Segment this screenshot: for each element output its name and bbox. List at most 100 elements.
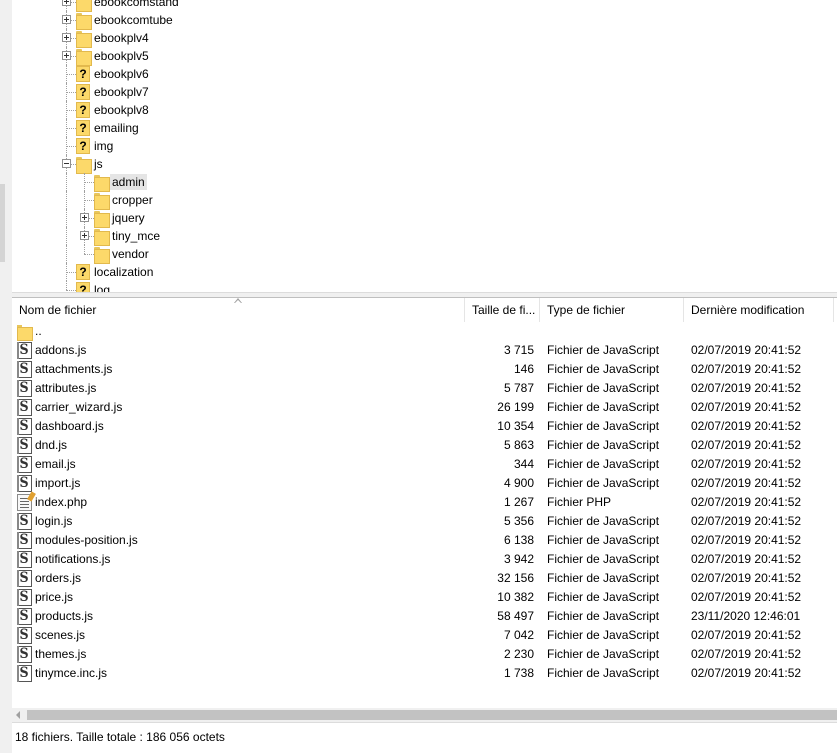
list-header: Nom de fichier Taille de fi... Type de f… bbox=[12, 298, 837, 322]
javascript-file-icon bbox=[17, 399, 32, 416]
javascript-file-icon bbox=[17, 513, 32, 530]
unknown-folder-icon: ? bbox=[76, 264, 90, 280]
tree-item-ebookplv5[interactable]: ebookplv5 bbox=[12, 47, 837, 66]
tree-item-jquery[interactable]: jquery bbox=[12, 209, 837, 228]
remote-file-list: Nom de fichier Taille de fi... Type de f… bbox=[12, 298, 837, 708]
table-row[interactable]: import.js 4 900 Fichier de JavaScript 02/07… bbox=[12, 474, 837, 493]
tree-item-ebookplv7[interactable]: ? ebookplv7 bbox=[12, 83, 837, 101]
file-type-cell: Fichier de JavaScript bbox=[547, 343, 660, 357]
file-size-cell: 5 863 bbox=[503, 438, 534, 452]
table-row[interactable]: email.js 344 Fichier de JavaScript 02/07/20… bbox=[12, 455, 837, 474]
file-size-cell: 32 156 bbox=[497, 571, 534, 585]
expand-plus-icon[interactable] bbox=[62, 0, 71, 6]
table-row[interactable]: attributes.js 5 787 Fichier de JavaScript 0… bbox=[12, 379, 837, 398]
tree-item-ebookplv4[interactable]: ebookplv4 bbox=[12, 29, 837, 48]
tree-item-label: log bbox=[94, 283, 111, 292]
table-row[interactable]: notifications.js 3 942 Fichier de JavaScri… bbox=[12, 550, 837, 569]
sort-ascending-icon bbox=[234, 298, 243, 304]
table-row[interactable]: login.js 5 356 Fichier de JavaScript 02/07/… bbox=[12, 512, 837, 531]
tree-item-ebookplv6[interactable]: ? ebookplv6 bbox=[12, 65, 837, 83]
expand-plus-icon[interactable] bbox=[62, 15, 71, 24]
file-name-cell: notifications.js bbox=[35, 552, 111, 566]
file-type-cell: Fichier de JavaScript bbox=[547, 381, 660, 395]
table-row[interactable]: themes.js 2 230 Fichier de JavaScript 02/07… bbox=[12, 645, 837, 664]
tree-item-tiny-mce[interactable]: tiny_mce bbox=[12, 227, 837, 246]
column-header-size[interactable]: Taille de fi... bbox=[465, 298, 540, 322]
tree-item-emailing[interactable]: ? emailing bbox=[12, 119, 837, 137]
file-size-cell: 1 267 bbox=[503, 495, 534, 509]
tree-item-ebookplv8[interactable]: ? ebookplv8 bbox=[12, 101, 837, 119]
table-row[interactable]: dashboard.js 10 354 Fichier de JavaScript 0… bbox=[12, 417, 837, 436]
expand-plus-icon[interactable] bbox=[62, 33, 71, 42]
file-size-cell: 10 382 bbox=[497, 590, 534, 604]
file-modified-cell: 02/07/2019 20:41:52 bbox=[691, 343, 802, 357]
table-row[interactable]: addons.js 3 715 Fichier de JavaScript 02/07… bbox=[12, 341, 837, 360]
table-row[interactable]: attachments.js 146 Fichier de JavaScript 02… bbox=[12, 360, 837, 379]
remote-directory-tree[interactable]: ebookcomstand ebookcomtube ebookplv4 ebookp… bbox=[12, 0, 837, 292]
php-file-icon bbox=[17, 494, 32, 511]
file-size-cell: 2 230 bbox=[503, 647, 534, 661]
file-name-cell: modules-position.js bbox=[35, 533, 138, 547]
file-modified-cell: 02/07/2019 20:41:52 bbox=[691, 590, 802, 604]
folder-icon bbox=[94, 174, 110, 192]
tree-item-vendor[interactable]: vendor bbox=[12, 245, 837, 264]
scroll-left-arrow-icon[interactable] bbox=[12, 708, 26, 722]
expand-plus-icon[interactable] bbox=[80, 213, 89, 222]
tree-item-log[interactable]: ? log bbox=[12, 281, 837, 292]
file-modified-cell: 02/07/2019 20:41:52 bbox=[691, 381, 802, 395]
file-modified-cell: 02/07/2019 20:41:52 bbox=[691, 533, 802, 547]
javascript-file-icon bbox=[17, 380, 32, 397]
tree-item-ebookcomstand[interactable]: ebookcomstand bbox=[12, 0, 837, 12]
file-rows: .. addons.js 3 715 Fichier de JavaScript 02/… bbox=[12, 322, 837, 683]
javascript-file-icon bbox=[17, 475, 32, 492]
tree-item-label: admin bbox=[110, 174, 147, 190]
file-name-cell: import.js bbox=[35, 476, 81, 490]
tree-item-admin[interactable]: admin bbox=[12, 173, 837, 192]
unknown-folder-icon: ? bbox=[76, 102, 90, 118]
file-modified-cell: 02/07/2019 20:41:52 bbox=[691, 438, 802, 452]
left-gutter bbox=[0, 0, 12, 753]
table-row[interactable]: dnd.js 5 863 Fichier de JavaScript 02/07/20… bbox=[12, 436, 837, 455]
scrollbar-thumb[interactable] bbox=[27, 710, 837, 720]
column-header-modified[interactable]: Dernière modification bbox=[684, 298, 834, 322]
tree-item-cropper[interactable]: cropper bbox=[12, 191, 837, 210]
file-name-cell: products.js bbox=[35, 609, 94, 623]
file-modified-cell: 02/07/2019 20:41:52 bbox=[691, 362, 802, 376]
file-modified-cell: 02/07/2019 20:41:52 bbox=[691, 647, 802, 661]
file-modified-cell: 02/07/2019 20:41:52 bbox=[691, 457, 802, 471]
table-row[interactable]: carrier_wizard.js 26 199 Fichier de JavaSc… bbox=[12, 398, 837, 417]
expand-plus-icon[interactable] bbox=[62, 51, 71, 60]
tree-item-label: js bbox=[94, 157, 103, 171]
tree-item-ebookcomtube[interactable]: ebookcomtube bbox=[12, 11, 837, 30]
unknown-folder-icon: ? bbox=[76, 66, 90, 82]
column-header-size-label: Taille de fi... bbox=[472, 303, 536, 317]
file-type-cell: Fichier de JavaScript bbox=[547, 552, 660, 566]
table-row[interactable]: tinymce.inc.js 1 738 Fichier de JavaScript… bbox=[12, 664, 837, 683]
tree-item-label: cropper bbox=[112, 193, 153, 207]
tree-guide-line bbox=[66, 74, 76, 75]
expand-plus-icon[interactable] bbox=[80, 231, 89, 240]
javascript-file-icon bbox=[17, 570, 32, 587]
tree-guide-line bbox=[66, 281, 67, 290]
file-size-cell: 5 356 bbox=[503, 514, 534, 528]
table-row[interactable]: scenes.js 7 042 Fichier de JavaScript 02/07… bbox=[12, 626, 837, 645]
file-type-cell: Fichier de JavaScript bbox=[547, 400, 660, 414]
tree-item-localization[interactable]: ? localization bbox=[12, 263, 837, 281]
table-row[interactable]: modules-position.js 6 138 Fichier de JavaS… bbox=[12, 531, 837, 550]
horizontal-scrollbar[interactable] bbox=[12, 708, 837, 722]
table-row[interactable]: products.js 58 497 Fichier de JavaScript 23… bbox=[12, 607, 837, 626]
table-row[interactable]: price.js 10 382 Fichier de JavaScript 02/07… bbox=[12, 588, 837, 607]
file-size-cell: 4 900 bbox=[503, 476, 534, 490]
file-size-cell: 146 bbox=[513, 362, 534, 376]
table-row[interactable]: .. bbox=[12, 322, 837, 341]
folder-icon bbox=[94, 192, 110, 210]
collapse-minus-icon[interactable] bbox=[62, 159, 71, 168]
tree-item-img[interactable]: ? img bbox=[12, 137, 837, 155]
folder-icon bbox=[94, 228, 110, 246]
file-name-cell: addons.js bbox=[35, 343, 87, 357]
column-header-type[interactable]: Type de fichier bbox=[540, 298, 684, 322]
tree-item-js[interactable]: js bbox=[12, 155, 837, 174]
table-row[interactable]: orders.js 32 156 Fichier de JavaScript 02/0… bbox=[12, 569, 837, 588]
file-name-cell: attachments.js bbox=[35, 362, 113, 376]
table-row[interactable]: index.php 1 267 Fichier PHP 02/07/2019 20:4… bbox=[12, 493, 837, 512]
